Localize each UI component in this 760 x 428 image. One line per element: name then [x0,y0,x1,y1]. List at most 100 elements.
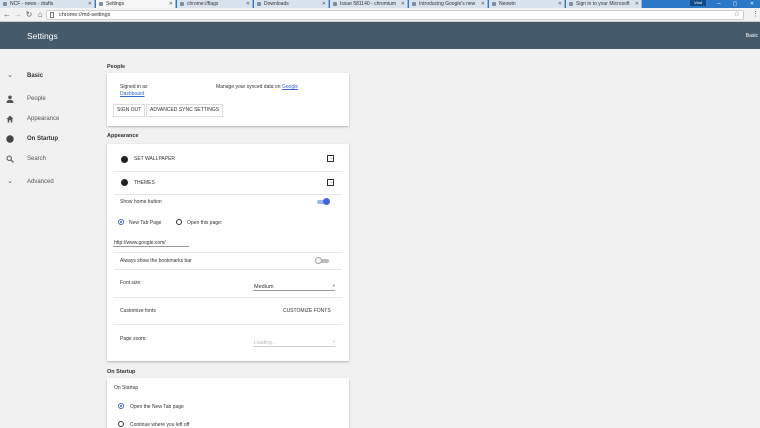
close-icon[interactable]: ✕ [558,0,562,8]
home-url-input[interactable]: http://www.google.com/ [113,239,189,247]
address-bar[interactable]: chrome://md-settings ☆ [46,10,744,20]
tab-favicon-icon [99,2,103,6]
startup-new-tab-label: Open the New Tab page [130,404,184,410]
customize-fonts-label: Customize fonts [120,308,156,314]
set-wallpaper-row[interactable]: SET WALLPAPER → [107,152,349,166]
tab-microsoft[interactable]: Sign in to your Microsoft ✕ [566,0,642,8]
divider [114,297,342,298]
customize-fonts-button[interactable]: CUSTOMIZE FONTS [283,308,331,314]
tab-downloads[interactable]: Downloads ✕ [254,0,329,8]
tab-favicon-icon [257,2,261,6]
appearance-card: SET WALLPAPER → THEMES → Show home butto… [107,144,349,361]
tab-ncf-news[interactable]: NCF - news - drafts ✕ [0,0,95,8]
set-wallpaper-label: SET WALLPAPER [134,156,176,162]
chevron-down-icon: ⌄ [7,72,13,79]
open-external-icon[interactable]: → [327,155,334,162]
dashboard-link[interactable]: Dashboard [120,91,144,97]
google-link[interactable]: Google [282,84,298,90]
radio-open-new-tab[interactable] [118,403,124,409]
close-icon[interactable]: ✕ [88,0,92,8]
tab-favicon-icon [3,2,7,6]
search-icon [6,155,14,163]
reload-icon[interactable]: ↻ [24,10,34,20]
startup-continue-label: Continue where you left off [130,422,190,428]
tab-favicon-icon [569,2,573,6]
tab-favicon-icon [333,2,337,6]
tab-label: NCF - news - drafts [10,1,54,7]
bookmark-star-icon[interactable]: ☆ [734,11,740,19]
power-icon [6,135,14,143]
tab-favicon-icon [492,2,496,6]
page-zoom-select[interactable]: Loading... ▾ [253,339,335,347]
wallpaper-icon [121,156,128,163]
maximize-icon[interactable]: ▢ [728,0,742,8]
user-badge[interactable]: Vlad [690,0,706,6]
close-icon[interactable]: ✕ [481,0,485,8]
themes-icon [121,179,128,186]
home-icon [6,115,14,123]
tab-strip: NCF - news - drafts ✕ Settings ✕ chrome://… [0,0,760,8]
themes-row[interactable]: THEMES → [107,175,349,189]
close-icon[interactable]: ✕ [635,0,639,8]
divider [114,194,342,195]
person-icon [6,95,14,103]
divider [114,269,342,270]
home-icon[interactable]: ⌂ [35,10,45,20]
close-icon[interactable]: ✕ [322,0,326,8]
home-page-radio-group: New Tab Page Open this page: [107,218,349,228]
tab-label: chrome://flags [187,1,219,7]
chevron-down-icon: ⌄ [7,178,13,185]
bookmarks-bar-row: Always show the bookmarks bar [107,255,349,267]
divider [114,324,342,325]
themes-label: THEMES [134,180,155,186]
page-title: Settings [27,31,58,41]
tab-flags[interactable]: chrome://flags ✕ [177,0,253,8]
tab-label: Settings [106,1,125,7]
tab-label: Introducing Google's new [419,1,476,7]
home-button-toggle-knob[interactable] [323,198,330,205]
section-heading-people: People [107,64,126,70]
startup-option-continue[interactable]: Continue where you left off [107,420,349,428]
customize-fonts-row: Customize fonts CUSTOMIZE FONTS [107,306,349,316]
divider [114,171,342,172]
startup-option-new-tab[interactable]: Open the New Tab page [107,402,349,412]
radio-open-this-page[interactable] [176,219,182,225]
section-heading-appearance: Appearance [107,133,139,139]
font-size-select[interactable]: Medium ▾ [253,283,335,291]
font-size-row: Font size: Medium ▾ [107,278,349,294]
close-icon[interactable]: ✕ [246,0,250,8]
browser-toolbar: ← → ↻ ⌂ chrome://md-settings ☆ [0,8,760,22]
tab-settings[interactable]: Settings ✕ [96,0,176,8]
page-icon [50,12,54,18]
divider [114,252,342,253]
tab-favicon-icon [180,2,184,6]
bookmarks-bar-toggle-knob[interactable] [315,257,322,264]
tab-label: Downloads [264,1,289,7]
back-icon[interactable]: ← [2,10,12,20]
radio-new-tab-page[interactable] [118,219,124,225]
on-startup-title: On Startup [114,385,139,391]
close-icon[interactable]: ✕ [401,0,405,8]
tab-label: Neowin [499,1,516,7]
open-external-icon[interactable]: → [327,179,334,186]
close-icon[interactable]: ✕ [169,0,173,8]
bookmarks-bar-label: Always show the bookmarks bar [120,258,192,264]
tab-introducing[interactable]: Introducing Google's new ✕ [409,0,488,8]
url-text: chrome://md-settings [59,12,111,18]
sign-out-button[interactable]: SIGN OUT [113,104,146,117]
tab-issue[interactable]: Issue 581140 - chromium ✕ [330,0,408,8]
tab-neowin[interactable]: Neowin ✕ [489,0,565,8]
minimize-icon[interactable]: – [712,0,726,8]
window-close-icon[interactable]: ✕ [745,0,759,8]
radio-continue[interactable] [118,421,124,427]
radio-open-page-label: Open this page: [187,220,223,226]
people-actions: SIGN OUT ADVANCED SYNC SETTINGS [107,104,349,117]
chevron-down-icon: ▾ [332,283,335,288]
advanced-sync-settings-button[interactable]: ADVANCED SYNC SETTINGS [146,104,224,117]
mode-label[interactable]: Basic [746,33,758,39]
font-size-label: Font size: [120,280,142,286]
forward-icon[interactable]: → [13,10,23,20]
people-card: Signed in as Dashboard Manage your synce… [107,73,349,126]
browser-menu-icon[interactable]: ⋮ [752,10,759,20]
section-heading-on-startup: On Startup [107,369,136,375]
